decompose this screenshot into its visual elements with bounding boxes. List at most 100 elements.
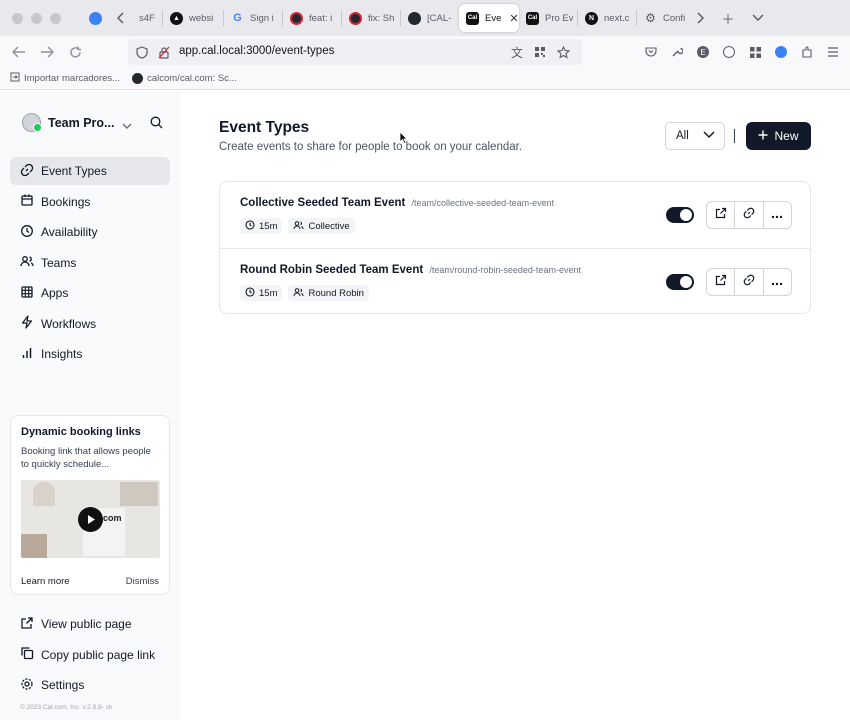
tab-scroll-left-icon[interactable]	[110, 4, 132, 32]
extension-e-icon[interactable]: E	[692, 38, 714, 66]
tab-list-icon[interactable]	[747, 4, 769, 32]
duration-text: 15m	[259, 287, 278, 299]
event-title-text: Collective Seeded Team Event	[240, 197, 406, 209]
menu-hamburger-icon[interactable]	[822, 38, 844, 66]
browser-tab-active[interactable]: Cal Eve ✕	[459, 4, 519, 32]
sidebar-item-label: Bookings	[41, 194, 91, 209]
more-options-button[interactable]	[762, 202, 791, 228]
pocket-icon[interactable]	[640, 38, 662, 66]
event-title[interactable]: Collective Seeded Team Event /team/colle…	[240, 197, 554, 209]
reload-icon[interactable]	[61, 38, 89, 66]
browser-tab-bar: s4F ▲ websi G Sign i feat: i fix: Sh [CA…	[0, 0, 850, 36]
clock-icon	[245, 219, 255, 233]
sidebar-item-availability[interactable]: Availability	[10, 218, 170, 246]
browser-tab[interactable]: ⚙ Confi	[637, 4, 689, 32]
event-types-list: Collective Seeded Team Event /team/colle…	[219, 181, 811, 314]
dismiss-button[interactable]: Dismiss	[126, 576, 159, 587]
copy-link-button[interactable]	[734, 269, 762, 295]
forward-icon[interactable]	[33, 38, 61, 66]
back-icon[interactable]	[5, 38, 33, 66]
sidebar-item-apps[interactable]: Apps	[10, 279, 170, 307]
wordpress-icon[interactable]	[718, 38, 740, 66]
sidebar-item-insights[interactable]: Insights	[10, 340, 170, 368]
play-icon[interactable]	[78, 507, 103, 532]
team-switcher[interactable]: Team Pro...	[22, 113, 114, 132]
browser-tab[interactable]: feat: i	[283, 4, 341, 32]
event-type-row[interactable]: Collective Seeded Team Event /team/colle…	[220, 182, 810, 248]
minimize-window-button[interactable]	[31, 12, 42, 24]
browser-tab[interactable]: N next.c	[578, 4, 636, 32]
more-horizontal-icon	[771, 273, 783, 291]
sidebar-item-workflows[interactable]: Workflows	[10, 310, 170, 338]
browser-tab[interactable]: Cal Pro Ev	[519, 4, 577, 32]
sidebar-nav: Event Types Bookings Availability Teams …	[10, 157, 170, 371]
maximize-window-button[interactable]	[50, 12, 61, 24]
sidebar-item-settings[interactable]: Settings	[10, 671, 170, 699]
new-button-label: New	[774, 129, 799, 143]
learn-more-link[interactable]: Learn more	[21, 576, 70, 587]
shield-icon[interactable]	[134, 44, 150, 60]
extensions-puzzle-icon[interactable]	[796, 38, 818, 66]
cal-icon: Cal	[526, 11, 539, 25]
cal-app: Team Pro... Event Types Bookings Availab…	[0, 91, 850, 720]
bookmark-import[interactable]: Importar marcadores...	[10, 72, 120, 85]
wrench-icon[interactable]	[666, 38, 688, 66]
translate-icon[interactable]: 文	[509, 44, 525, 60]
browser-tab[interactable]: fix: Sh	[342, 4, 400, 32]
tab-label: websi	[189, 12, 214, 24]
close-tab-icon[interactable]: ✕	[509, 12, 518, 25]
search-icon[interactable]	[150, 116, 163, 134]
calendar-icon	[20, 193, 34, 210]
browser-tab[interactable]: s4F	[132, 4, 162, 32]
copy-link-button[interactable]	[734, 202, 762, 228]
scheduling-type-badge: Collective	[288, 218, 355, 234]
view-public-page-link[interactable]: View public page	[10, 610, 170, 638]
browser-tab[interactable]: G Sign i	[224, 4, 282, 32]
qr-code-icon[interactable]	[532, 44, 548, 60]
grid-icon	[20, 285, 34, 302]
bookmark-calcom[interactable]: calcom/cal.com: Sc...	[132, 73, 237, 84]
copyright-text: © 2023 Cal.com, Inc. v.2.9.8- sh	[20, 704, 113, 711]
event-type-row[interactable]: Round Robin Seeded Team Event /team/roun…	[220, 248, 810, 314]
browser-tab[interactable]	[82, 4, 110, 32]
event-enabled-toggle[interactable]	[666, 207, 694, 223]
apps-grid-icon[interactable]	[744, 38, 766, 66]
event-enabled-toggle[interactable]	[666, 274, 694, 290]
insecure-lock-icon[interactable]	[156, 44, 172, 60]
tab-label: Sign i	[250, 12, 274, 24]
close-window-button[interactable]	[12, 12, 23, 24]
preview-button[interactable]	[707, 269, 734, 295]
browser-tab[interactable]: ▲ websi	[163, 4, 223, 32]
chevron-down-icon[interactable]	[122, 117, 132, 135]
link-icon	[743, 206, 755, 224]
crosshair-extension-icon[interactable]	[770, 38, 792, 66]
event-title[interactable]: Round Robin Seeded Team Event /team/roun…	[240, 264, 581, 276]
duration-text: 15m	[259, 220, 278, 232]
copy-public-page-link[interactable]: Copy public page link	[10, 641, 170, 669]
divider	[734, 129, 735, 143]
sidebar-item-teams[interactable]: Teams	[10, 249, 170, 277]
gear-icon: ⚙	[645, 11, 656, 25]
sidebar-item-event-types[interactable]: Event Types	[10, 157, 170, 185]
sidebar-item-bookings[interactable]: Bookings	[10, 188, 170, 216]
promo-card: Dynamic booking links Booking link that …	[10, 415, 170, 595]
new-tab-icon[interactable]: ＋	[717, 4, 739, 32]
users-icon	[293, 287, 304, 300]
scheduling-type-badge: Round Robin	[288, 285, 369, 301]
preview-button[interactable]	[707, 202, 734, 228]
browser-tab[interactable]: [CAL-	[401, 4, 459, 32]
github-icon	[408, 11, 421, 25]
filter-dropdown[interactable]: All	[665, 122, 725, 150]
tab-label: Confi	[663, 12, 686, 24]
tab-scroll-right-icon[interactable]	[689, 4, 711, 32]
promo-video-text: com	[103, 513, 122, 523]
more-options-button[interactable]	[762, 269, 791, 295]
users-icon	[293, 220, 304, 233]
bookmark-star-icon[interactable]	[555, 44, 571, 60]
github-pr-icon	[290, 11, 303, 25]
address-bar[interactable]: app.cal.local:3000/event-types 文	[128, 39, 582, 65]
github-pr-icon	[349, 11, 362, 25]
new-event-type-button[interactable]: New	[746, 122, 811, 150]
promo-video[interactable]: com	[21, 480, 160, 558]
google-icon: G	[233, 12, 242, 24]
